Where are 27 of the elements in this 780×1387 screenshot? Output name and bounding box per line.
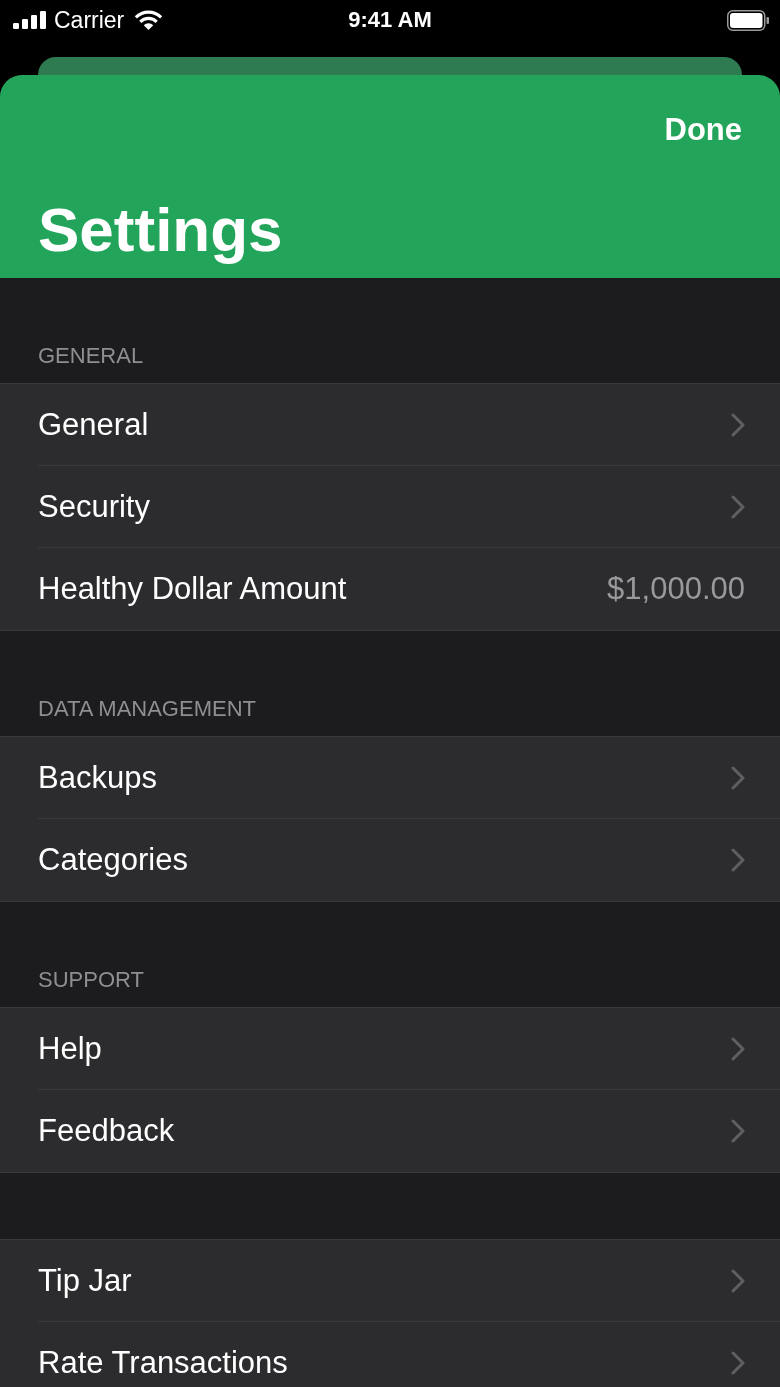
wifi-icon bbox=[134, 10, 164, 30]
chevron-icon bbox=[731, 1269, 745, 1293]
chevron-icon bbox=[731, 848, 745, 872]
page-title: Settings bbox=[38, 194, 284, 266]
amount-value: $1,000.00 bbox=[607, 571, 745, 607]
carrier-label: Carrier bbox=[54, 6, 125, 34]
settings-row[interactable]: Security bbox=[0, 466, 780, 548]
battery-icon bbox=[727, 9, 769, 31]
settings-row[interactable]: Categories bbox=[0, 819, 780, 901]
settings-row[interactable]: Backups bbox=[0, 737, 780, 819]
settings-row[interactable]: Tip Jar bbox=[0, 1240, 780, 1322]
settings-row[interactable]: Rate Transactions bbox=[0, 1322, 780, 1387]
settings-row[interactable]: Feedback bbox=[0, 1090, 780, 1172]
chevron-icon bbox=[731, 1037, 745, 1061]
chevron-icon bbox=[731, 413, 745, 437]
section-header: GENERAL bbox=[38, 343, 144, 369]
settings-row[interactable]: Help bbox=[0, 1008, 780, 1090]
chevron-icon bbox=[731, 495, 745, 519]
signal-icon bbox=[13, 11, 47, 29]
settings-row[interactable]: Healthy Dollar Amount $1,000.00 bbox=[0, 548, 780, 630]
section-header: DATA MANAGEMENT bbox=[38, 696, 256, 722]
section-header: SUPPORT bbox=[38, 967, 144, 993]
status-time: 9:41 AM bbox=[348, 6, 432, 34]
chevron-icon bbox=[731, 766, 745, 790]
settings-row[interactable]: General bbox=[0, 384, 780, 466]
chevron-icon bbox=[731, 1119, 745, 1143]
chevron-icon bbox=[731, 1351, 745, 1375]
